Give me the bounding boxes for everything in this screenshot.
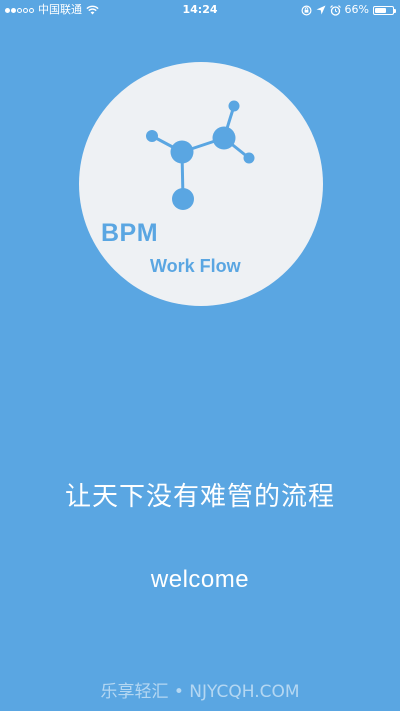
- tagline: 让天下没有难管的流程: [64, 482, 335, 512]
- watermark: 乐享轻汇 • NJYCQH.COM: [100, 682, 300, 702]
- battery-fill: [375, 7, 387, 13]
- logo-title: BPM: [101, 219, 159, 247]
- alarm-icon: [329, 4, 341, 16]
- location-arrow-icon: [316, 5, 326, 15]
- status-right: 66%: [301, 0, 396, 20]
- welcome-text: welcome: [150, 566, 250, 593]
- logo-subtitle: Work Flow: [150, 256, 241, 276]
- status-bar: 中国联通 14:24 66%: [0, 0, 400, 20]
- battery-icon: [373, 5, 396, 15]
- rotation-lock-icon: [301, 4, 312, 16]
- logo-circle: BPM Work Flow: [79, 62, 323, 306]
- battery-percent: 66%: [344, 3, 369, 16]
